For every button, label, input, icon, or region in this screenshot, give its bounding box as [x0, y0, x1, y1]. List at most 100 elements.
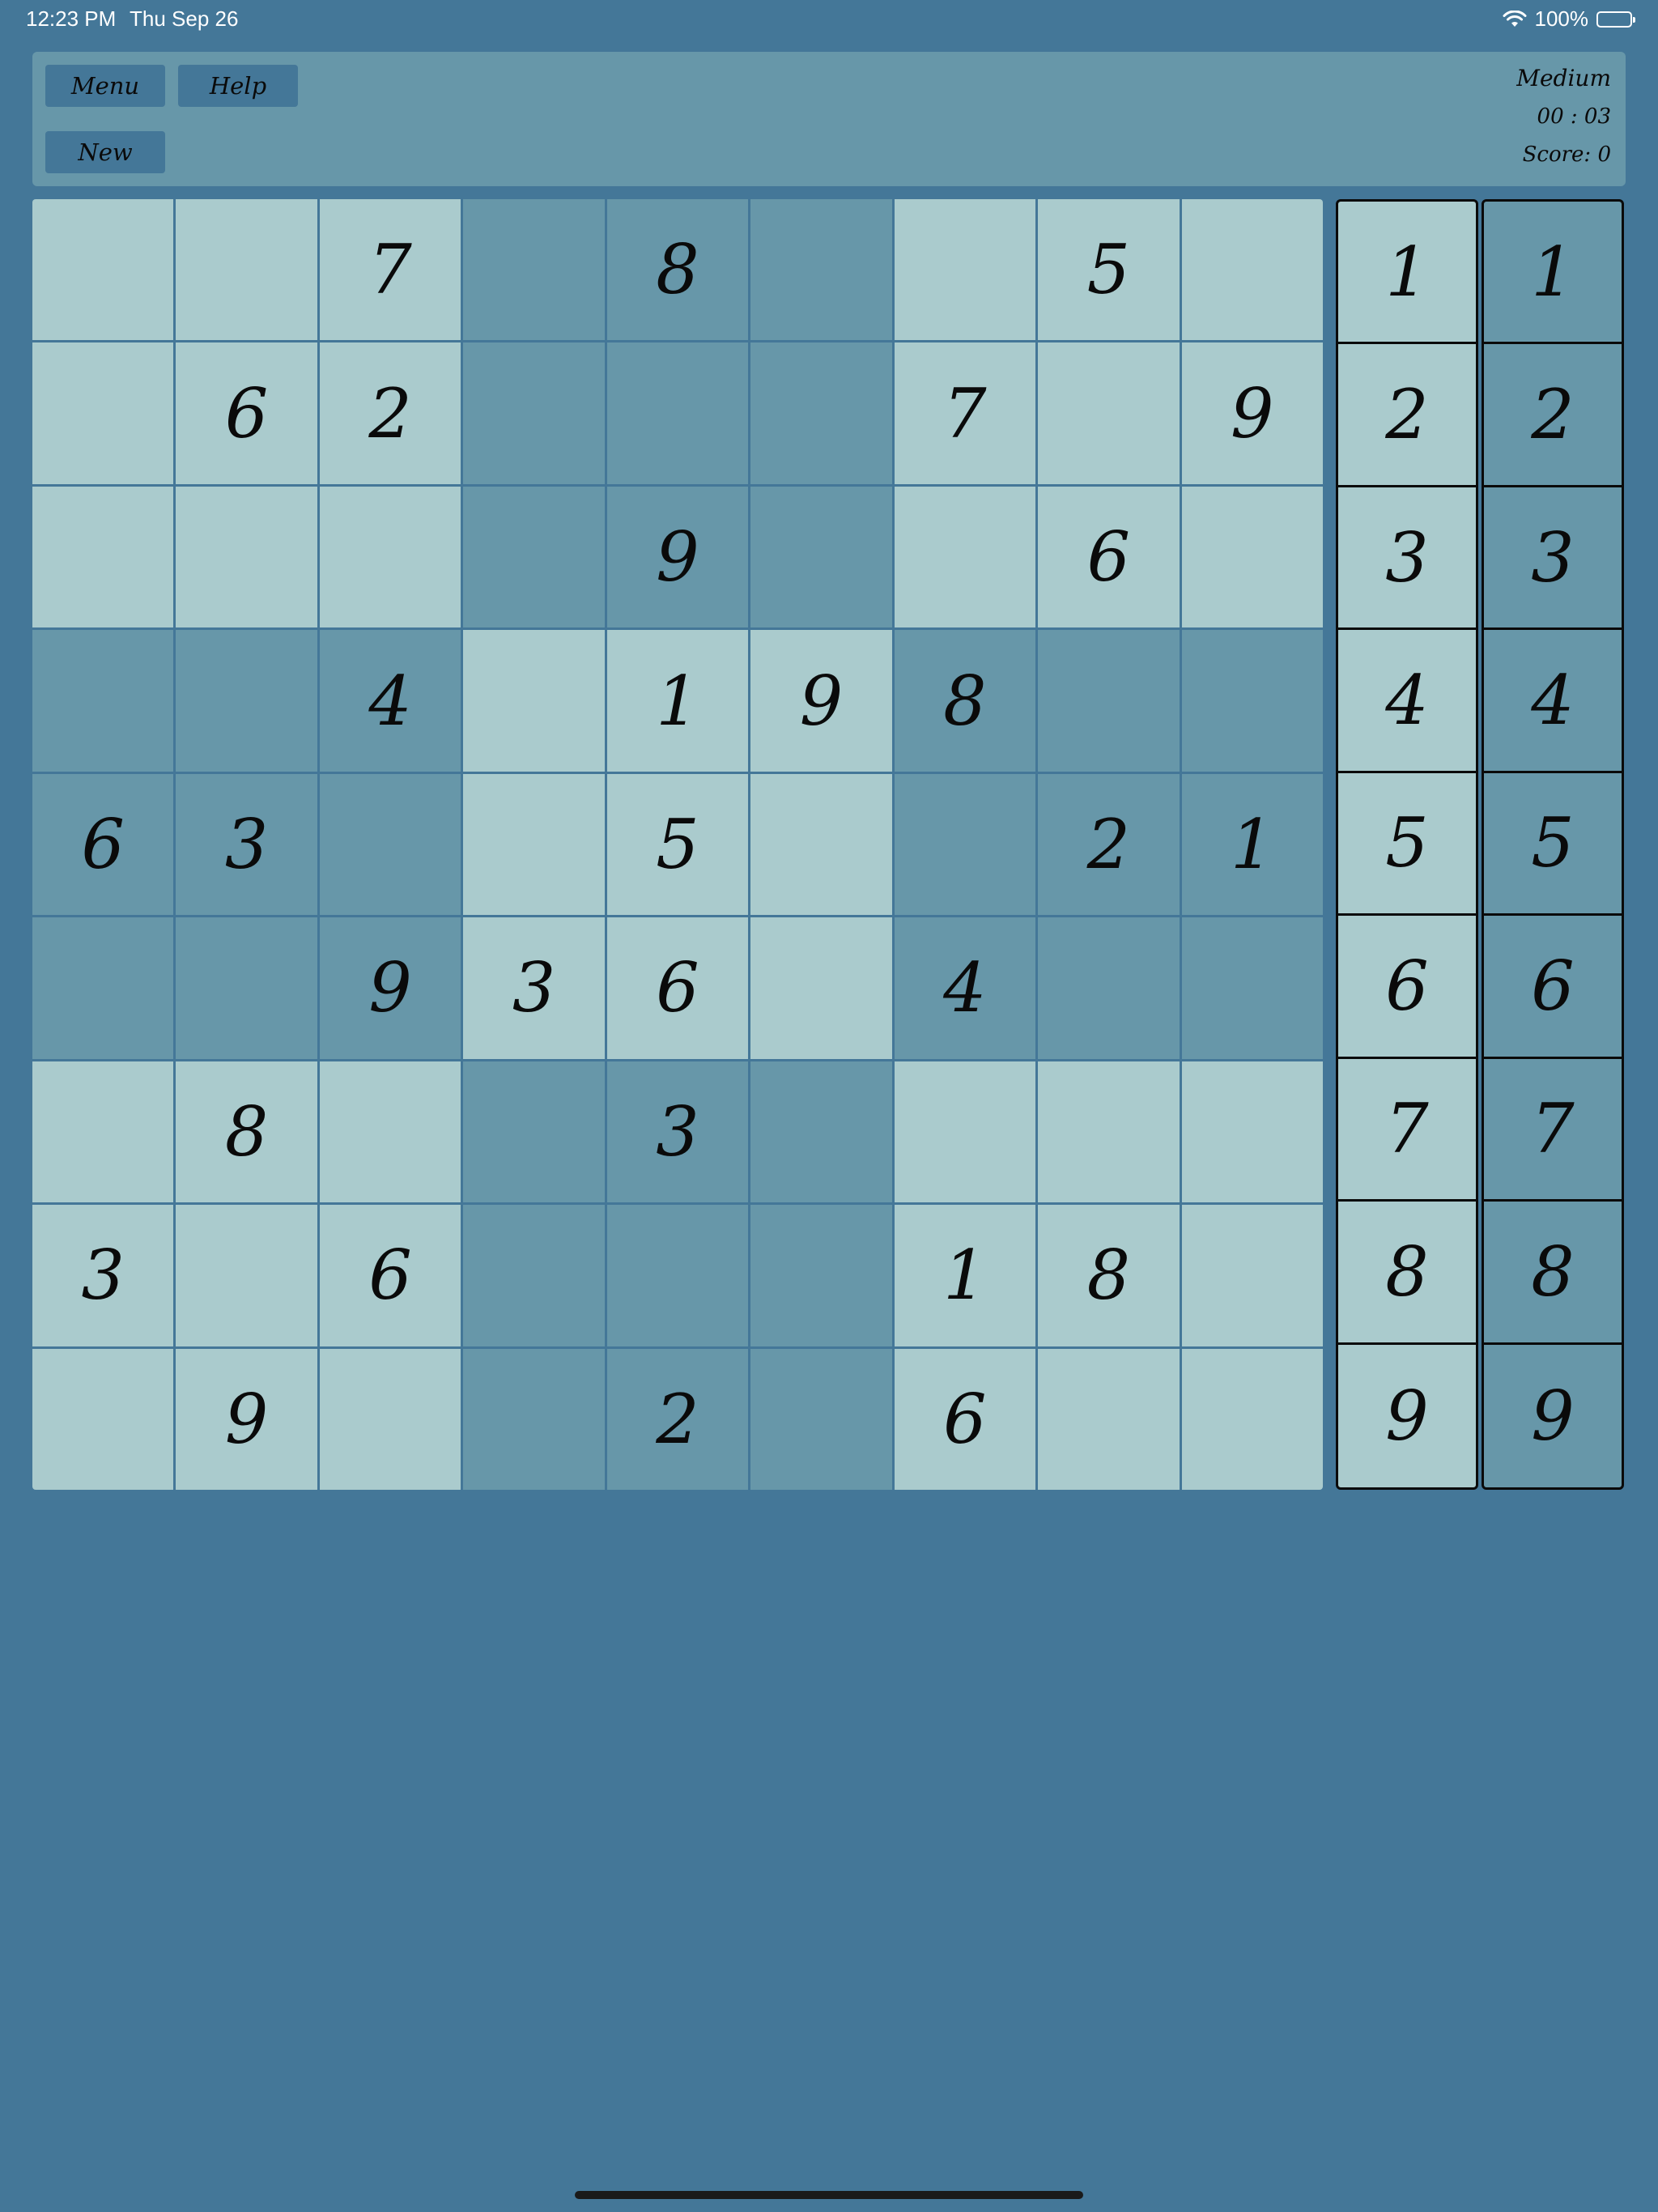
board-cell[interactable] [1181, 630, 1323, 772]
board-cell[interactable] [176, 630, 317, 772]
board-cell[interactable] [176, 917, 317, 1059]
board-cell[interactable] [463, 342, 605, 484]
note-number-key[interactable]: 9 [1484, 1345, 1622, 1487]
number-key[interactable]: 8 [1338, 1202, 1476, 1345]
board-cell[interactable] [750, 342, 892, 484]
board-cell[interactable] [176, 1205, 317, 1346]
board-cell[interactable]: 6 [176, 342, 317, 484]
board-cell[interactable]: 9 [319, 917, 461, 1059]
board-cell[interactable] [463, 773, 605, 916]
board-cell[interactable] [750, 486, 892, 628]
board-cell[interactable]: 6 [606, 917, 749, 1059]
board-cell[interactable] [32, 630, 174, 772]
board-cell[interactable] [606, 1205, 749, 1346]
board-cell[interactable]: 5 [1038, 199, 1180, 341]
board-cell[interactable] [1181, 1348, 1323, 1490]
note-number-key[interactable]: 3 [1484, 487, 1622, 631]
note-number-key[interactable]: 5 [1484, 773, 1622, 917]
board-cell[interactable] [1038, 342, 1180, 484]
board-cell[interactable] [176, 486, 317, 628]
board-cell[interactable] [750, 773, 892, 916]
board-cell[interactable]: 8 [1038, 1205, 1180, 1346]
board-cell[interactable] [32, 917, 174, 1059]
menu-button[interactable]: Menu [45, 65, 165, 107]
board-cell[interactable] [750, 199, 892, 341]
board-cell[interactable] [32, 1061, 174, 1203]
help-button[interactable]: Help [178, 65, 298, 107]
board-cell[interactable] [1038, 630, 1180, 772]
board-cell[interactable] [463, 199, 605, 341]
board-cell[interactable]: 7 [894, 342, 1036, 484]
board-cell[interactable] [1181, 1061, 1323, 1203]
number-key[interactable]: 2 [1338, 344, 1476, 487]
board-cell[interactable] [1181, 486, 1323, 628]
board-cell[interactable] [319, 773, 461, 916]
board-cell[interactable] [463, 1205, 605, 1346]
note-number-key[interactable]: 4 [1484, 630, 1622, 773]
board-cell[interactable] [1038, 917, 1180, 1059]
board-cell[interactable]: 9 [176, 1348, 317, 1490]
board-cell[interactable]: 1 [894, 1205, 1036, 1346]
number-key[interactable]: 4 [1338, 630, 1476, 773]
board-cell[interactable]: 2 [606, 1348, 749, 1490]
note-number-key[interactable]: 7 [1484, 1059, 1622, 1202]
board-cell[interactable] [176, 199, 317, 341]
board-cell[interactable]: 9 [750, 630, 892, 772]
number-key[interactable]: 3 [1338, 487, 1476, 631]
board-cell[interactable]: 7 [319, 199, 461, 341]
number-key[interactable]: 7 [1338, 1059, 1476, 1202]
board-cell[interactable]: 6 [894, 1348, 1036, 1490]
board-cell[interactable] [750, 1205, 892, 1346]
board-cell[interactable] [463, 1061, 605, 1203]
board-cell[interactable] [463, 630, 605, 772]
board-cell[interactable]: 6 [1038, 486, 1180, 628]
board-cell[interactable]: 3 [32, 1205, 174, 1346]
board-cell[interactable]: 9 [606, 486, 749, 628]
board-cell[interactable] [32, 1348, 174, 1490]
board-cell[interactable] [32, 486, 174, 628]
board-cell[interactable] [894, 1061, 1036, 1203]
board-cell[interactable]: 3 [176, 773, 317, 916]
number-key[interactable]: 9 [1338, 1345, 1476, 1487]
board-cell[interactable]: 4 [894, 917, 1036, 1059]
board-cell[interactable]: 8 [176, 1061, 317, 1203]
board-cell[interactable]: 9 [1181, 342, 1323, 484]
number-key[interactable]: 5 [1338, 773, 1476, 917]
new-game-button[interactable]: New [45, 131, 165, 173]
board-cell[interactable]: 2 [1038, 773, 1180, 916]
board-cell[interactable] [1181, 917, 1323, 1059]
board-cell[interactable] [1038, 1061, 1180, 1203]
board-cell[interactable]: 3 [463, 917, 605, 1059]
board-cell[interactable]: 2 [319, 342, 461, 484]
note-number-key[interactable]: 6 [1484, 916, 1622, 1059]
board-cell[interactable]: 1 [1181, 773, 1323, 916]
board-cell[interactable] [1038, 1348, 1180, 1490]
board-cell[interactable] [319, 486, 461, 628]
board-cell[interactable] [1181, 199, 1323, 341]
number-key[interactable]: 6 [1338, 916, 1476, 1059]
board-cell[interactable] [894, 486, 1036, 628]
board-cell[interactable] [463, 486, 605, 628]
board-cell[interactable] [750, 1348, 892, 1490]
board-cell[interactable] [32, 199, 174, 341]
board-cell[interactable]: 8 [894, 630, 1036, 772]
note-number-key[interactable]: 8 [1484, 1202, 1622, 1345]
board-cell[interactable] [32, 342, 174, 484]
board-cell[interactable]: 6 [319, 1205, 461, 1346]
note-number-key[interactable]: 1 [1484, 202, 1622, 345]
board-cell[interactable]: 8 [606, 199, 749, 341]
board-cell[interactable]: 1 [606, 630, 749, 772]
note-number-key[interactable]: 2 [1484, 344, 1622, 487]
board-cell[interactable]: 6 [32, 773, 174, 916]
board-cell[interactable] [894, 773, 1036, 916]
board-cell[interactable]: 5 [606, 773, 749, 916]
board-cell[interactable] [319, 1061, 461, 1203]
board-cell[interactable] [319, 1348, 461, 1490]
number-key[interactable]: 1 [1338, 202, 1476, 345]
board-cell[interactable]: 4 [319, 630, 461, 772]
board-cell[interactable] [750, 917, 892, 1059]
board-cell[interactable]: 3 [606, 1061, 749, 1203]
board-cell[interactable] [606, 342, 749, 484]
board-cell[interactable] [1181, 1205, 1323, 1346]
board-cell[interactable] [750, 1061, 892, 1203]
